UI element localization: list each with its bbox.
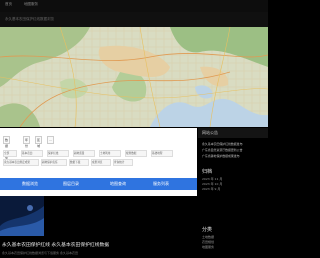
filter-chip[interactable]: 基本农田 bbox=[21, 150, 43, 157]
filter-chip[interactable]: 全部 bbox=[3, 150, 17, 157]
category-link[interactable]: 土地数据 bbox=[202, 235, 214, 239]
filter-chip[interactable]: 成果浏览 bbox=[91, 159, 111, 166]
filter-chip[interactable]: 土地利用 bbox=[99, 150, 121, 157]
filter-chip[interactable]: 查询统计 bbox=[113, 159, 133, 166]
tab-year[interactable]: 年份 bbox=[23, 136, 31, 148]
filter-chip[interactable]: 保护红线 bbox=[47, 150, 69, 157]
action-bar: 数据浏览 图层目录 地图查询 服务列表 bbox=[0, 178, 197, 190]
article-description: 永久基本农田保护红线数据浏览与下载服务 永久基本农田 bbox=[2, 251, 78, 255]
filter-row-2: 永久基本农田划定成果 耕地保护责任 数据下载 成果浏览 查询统计 bbox=[3, 159, 193, 166]
filter-chip[interactable]: 规划数据 bbox=[125, 150, 147, 157]
subtitle-bar: 永久基本农田保护红线数据浏览 bbox=[0, 12, 268, 27]
filter-chip[interactable]: 基础地理 bbox=[151, 150, 173, 157]
filter-chip[interactable]: 数据下载 bbox=[69, 159, 89, 166]
category-title: 分类 bbox=[202, 227, 213, 233]
map-view[interactable] bbox=[0, 27, 268, 127]
notice-link[interactable]: 广东省耕地保护数据成果发布 bbox=[202, 154, 240, 158]
filter-row-1: 全部 基本农田 保护红线 耕地质量 土地利用 规划数据 基础地理 bbox=[3, 150, 193, 157]
layer-catalog-button[interactable]: 图层目录 bbox=[63, 181, 79, 187]
archive-title: 归档 bbox=[202, 169, 213, 175]
page-subtitle: 永久基本农田保护红线数据浏览 bbox=[5, 17, 54, 21]
top-header: 首页 地图服务 bbox=[0, 0, 268, 12]
filter-chip[interactable]: 耕地质量 bbox=[73, 150, 95, 157]
notice-link[interactable]: 广东省自然资源厅数据更新公告 bbox=[202, 148, 242, 152]
tab-more[interactable]: … bbox=[47, 136, 54, 144]
article-title[interactable]: 永久基本农田保护红线 永久基本农田保护红线数据 bbox=[2, 241, 109, 248]
map-query-button[interactable]: 地图查询 bbox=[110, 181, 126, 187]
category-link[interactable]: 地图服务 bbox=[202, 245, 214, 249]
browse-button[interactable]: 数据浏览 bbox=[22, 181, 38, 187]
filter-chip[interactable]: 永久基本农田划定成果 bbox=[3, 159, 39, 166]
tab-data-type[interactable]: 数据类型 bbox=[3, 136, 11, 160]
tab-region[interactable]: 区域 bbox=[35, 136, 43, 148]
archive-link[interactable]: 2023 年 10 月 bbox=[202, 182, 222, 186]
sidebar-header: 网站公告 bbox=[198, 128, 268, 138]
filter-chip[interactable]: 耕地保护责任 bbox=[41, 159, 67, 166]
archive-link[interactable]: 2023 年 11 月 bbox=[202, 177, 222, 181]
sidebar: 网站公告 永久基本农田保护红线数据发布 广东省自然资源厅数据更新公告 广东省耕地… bbox=[198, 128, 268, 258]
archive-link[interactable]: 2023 年 9 月 bbox=[202, 187, 220, 191]
service-list-button[interactable]: 服务列表 bbox=[153, 181, 169, 187]
logo-text[interactable]: 首页 bbox=[5, 2, 12, 7]
notice-link[interactable]: 永久基本农田保护红线数据发布 bbox=[202, 142, 242, 146]
data-panel: 数据类型 年份 区域 … 全部 基本农田 保护红线 耕地质量 土地利用 规划数据… bbox=[0, 128, 197, 196]
nav-item-map[interactable]: 地图服务 bbox=[24, 2, 38, 7]
category-link[interactable]: 农田规划 bbox=[202, 240, 214, 244]
article-thumbnail[interactable] bbox=[0, 196, 44, 236]
